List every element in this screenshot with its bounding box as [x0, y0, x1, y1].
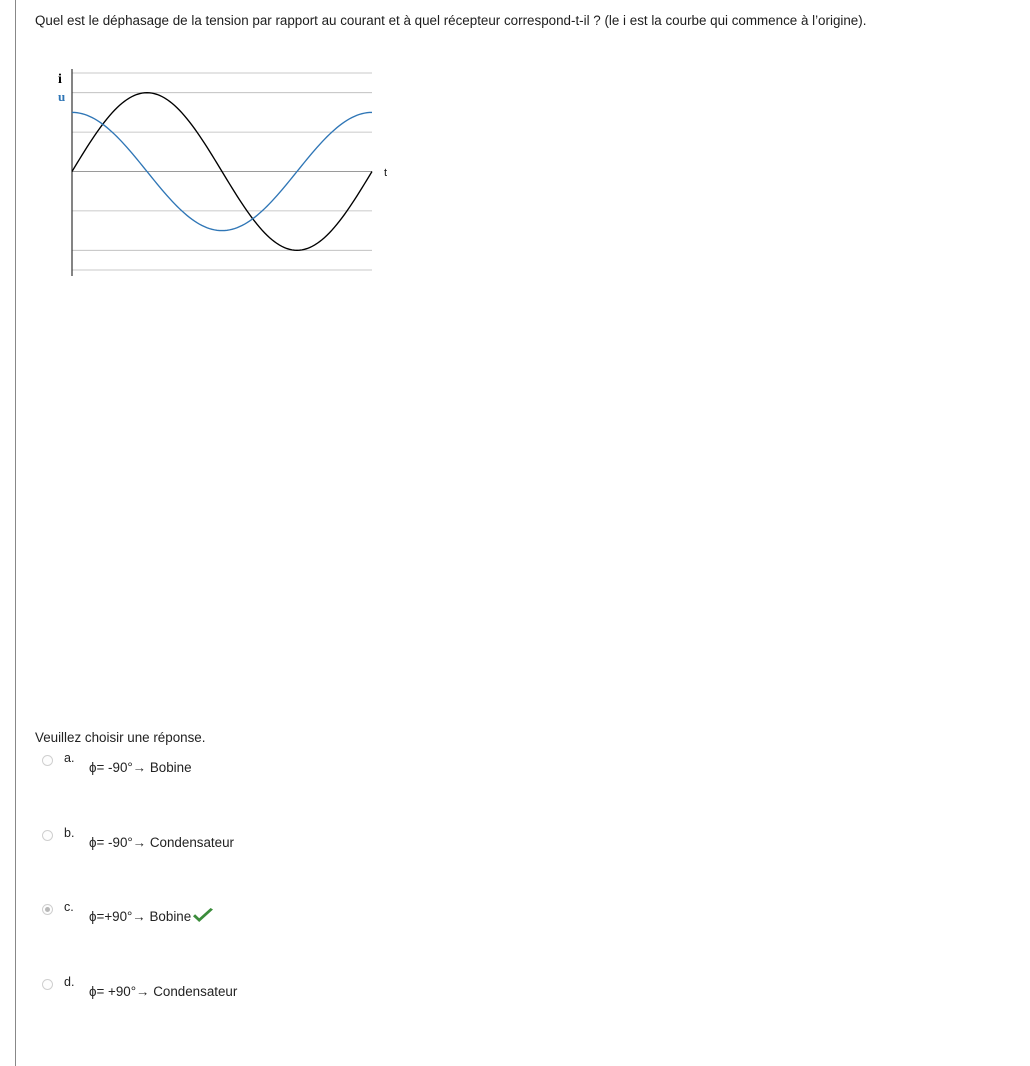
radio-b[interactable] — [42, 830, 53, 841]
answer-option-b[interactable]: b. ϕ= -90°→ Condensateur — [42, 826, 442, 866]
option-text-a: ϕ= -90°→ Bobine — [89, 760, 192, 775]
option-letter-c: c. — [64, 900, 74, 914]
option-letter-a: a. — [64, 751, 75, 765]
option-text-c: ϕ=+90°→ Bobine — [89, 908, 214, 926]
radio-d[interactable] — [42, 979, 53, 990]
option-letter-b: b. — [64, 826, 75, 840]
radio-a[interactable] — [42, 755, 53, 766]
answer-option-a[interactable]: a. ϕ= -90°→ Bobine — [42, 751, 442, 791]
voltage-label: u — [58, 89, 65, 104]
page-left-border — [15, 0, 16, 1066]
option-text-c-label: ϕ=+90°→ Bobine — [89, 909, 192, 924]
option-letter-d: d. — [64, 975, 75, 989]
check-icon — [193, 908, 214, 922]
answer-prompt: Veuillez choisir une réponse. — [35, 730, 206, 745]
answer-option-c[interactable]: c. ϕ=+90°→ Bobine — [42, 900, 442, 940]
option-text-b: ϕ= -90°→ Condensateur — [89, 835, 234, 850]
current-label: i — [58, 72, 62, 87]
radio-c[interactable] — [42, 904, 53, 915]
question-text: Quel est le déphasage de la tension par … — [35, 13, 867, 28]
answer-option-d[interactable]: d. ϕ= +90°→ Condensateur — [42, 975, 442, 1015]
time-axis-label: t — [384, 167, 387, 179]
phase-graph: i u t — [58, 69, 387, 276]
option-text-d: ϕ= +90°→ Condensateur — [89, 984, 238, 999]
